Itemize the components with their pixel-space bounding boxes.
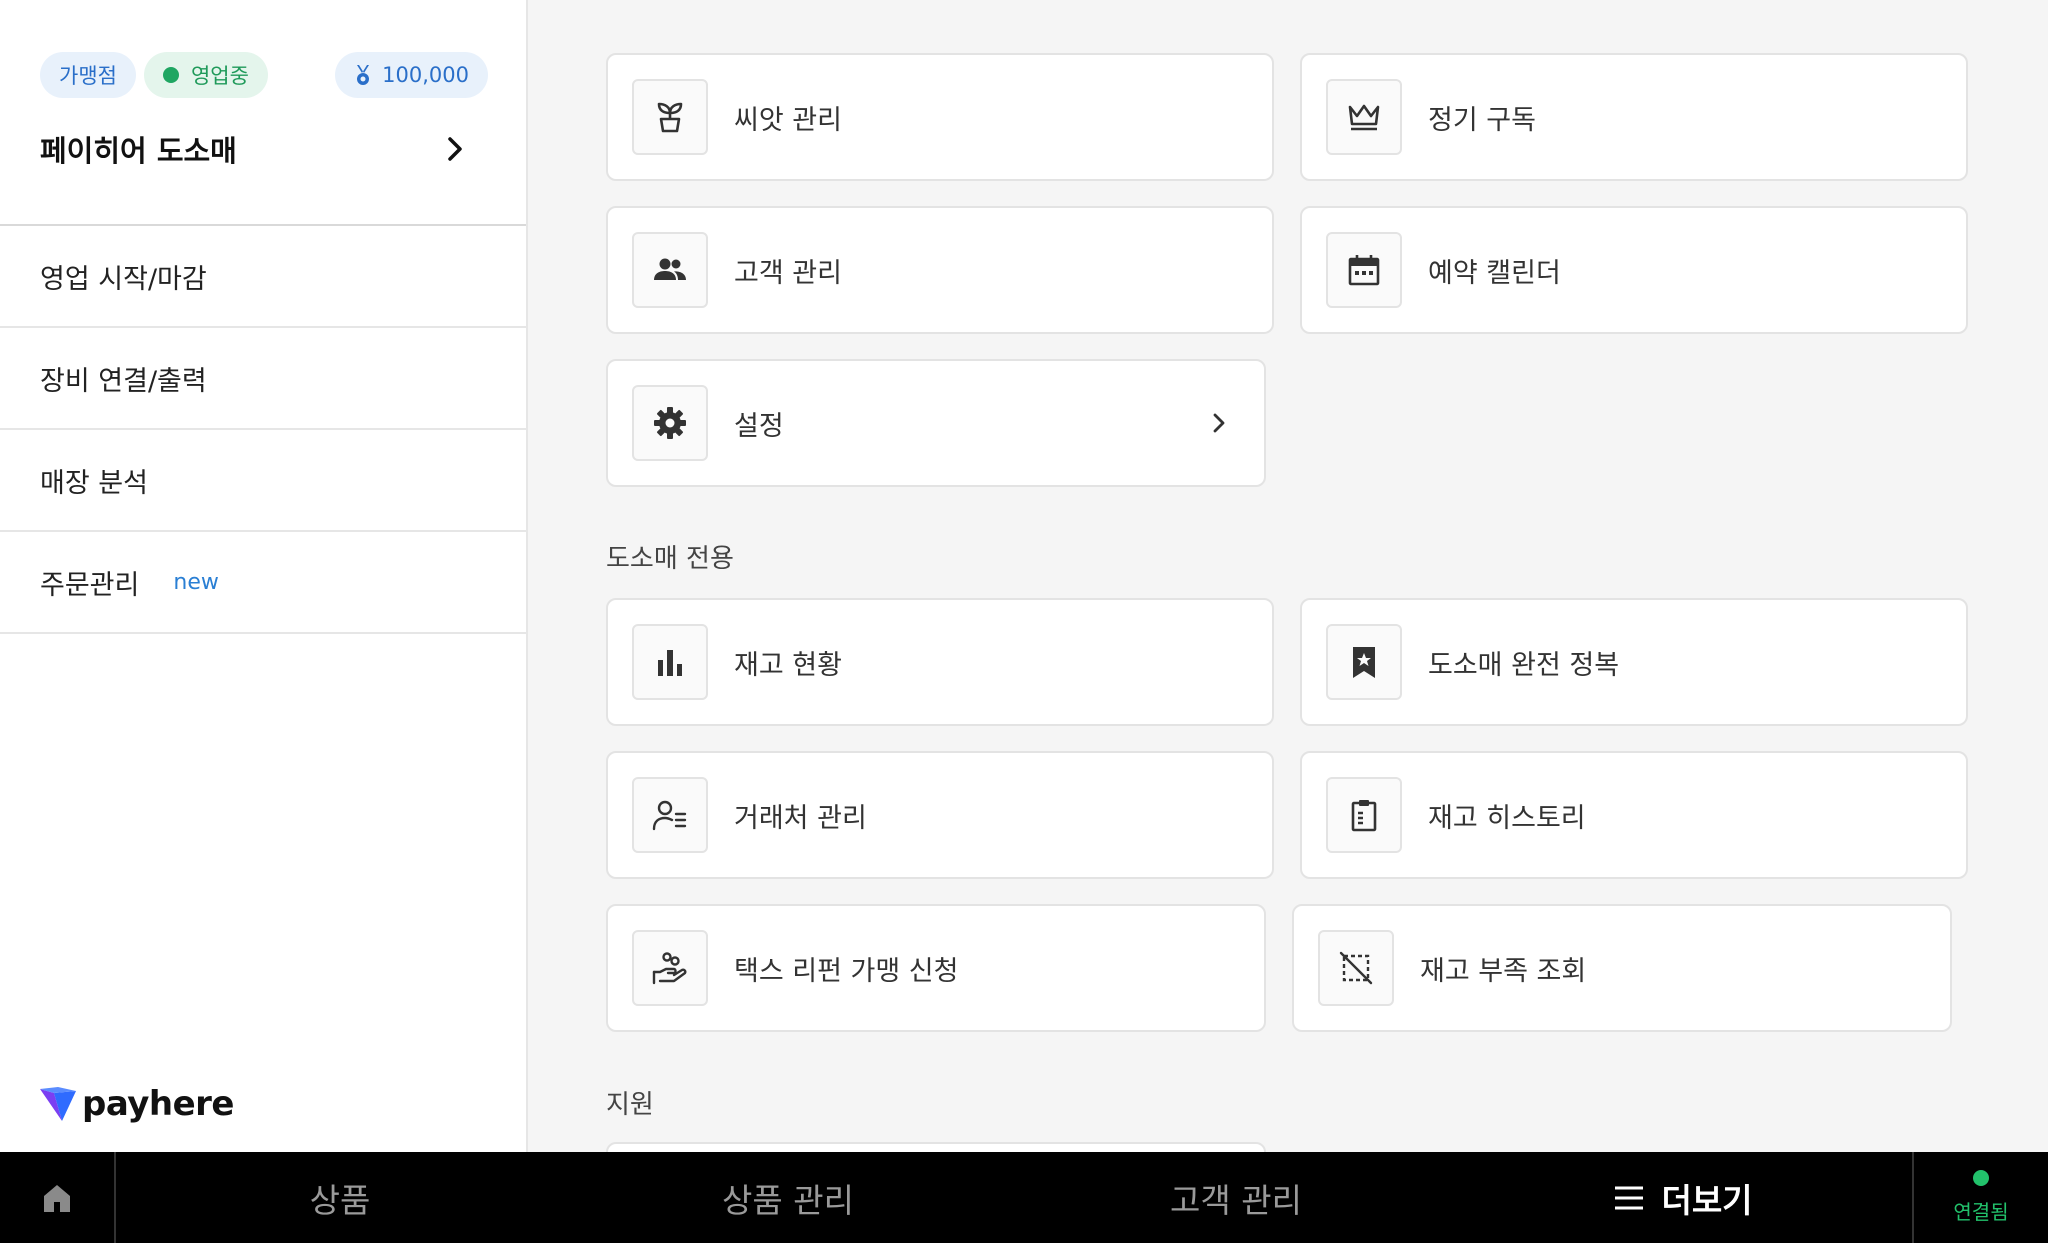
icon-box [632, 79, 708, 155]
card-label: 도소매 완전 정복 [1428, 649, 1620, 681]
main-content: 씨앗 관리 정기 구독 고객 관리 예약 캘린더 설정 도소매 전용 재고 현황… [530, 0, 2048, 1152]
card-label: 고객 관리 [734, 257, 842, 289]
card-label: 재고 히스토리 [1428, 802, 1586, 834]
connection-label: 연결됨 [1953, 1200, 2009, 1224]
bottom-nav: 상품 상품 관리 고객 관리 더보기 연결됨 [0, 1152, 2048, 1243]
icon-box [1318, 930, 1394, 1006]
connection-dot-icon [1973, 1170, 1989, 1186]
connection-status: 연결됨 [1912, 1152, 2048, 1243]
card-reservation-calendar[interactable]: 예약 캘린더 [1300, 206, 1968, 334]
icon-box [1326, 232, 1402, 308]
bar-chart-icon [658, 650, 682, 676]
logo-text: payhere [82, 1084, 235, 1124]
people-icon [654, 258, 686, 280]
sprout-icon [657, 102, 683, 133]
chevron-right-icon [448, 137, 462, 161]
gear-icon [654, 407, 686, 439]
contact-list-icon [652, 800, 687, 831]
card-support-partial[interactable] [606, 1142, 1266, 1152]
tab-more-label: 더보기 [1661, 1180, 1753, 1220]
card-tax-refund[interactable]: 택스 리펀 가맹 신청 [606, 904, 1266, 1032]
crown-icon [1348, 104, 1380, 131]
card-label: 재고 부족 조회 [1420, 955, 1587, 987]
app-root: 가맹점 영업중 100,000 페이히어 도소매 영업 시작/마감 장비 연결/… [0, 0, 2048, 1243]
tab-product-management[interactable]: 상품 관리 [564, 1152, 1012, 1243]
sidebar-item-business-open-close[interactable]: 영업 시작/마감 [0, 226, 526, 328]
card-label: 재고 현황 [734, 649, 842, 681]
calendar-icon [1348, 255, 1380, 286]
card-customer-management[interactable]: 고객 관리 [606, 206, 1274, 334]
sidebar-item-label: 장비 연결/출력 [40, 365, 207, 397]
icon-box [632, 385, 708, 461]
card-subscription[interactable]: 정기 구독 [1300, 53, 1968, 181]
card-inventory-status[interactable]: 재고 현황 [606, 598, 1274, 726]
sidebar-item-label: 영업 시작/마감 [40, 263, 207, 295]
card-label: 씨앗 관리 [734, 104, 842, 136]
section-title-support: 지원 [606, 1090, 654, 1120]
tab-home[interactable] [0, 1152, 116, 1243]
new-tag: new [173, 569, 219, 595]
crop-off-icon [1339, 951, 1373, 985]
clipboard-icon [1351, 800, 1377, 832]
bookmark-star-icon [1353, 647, 1375, 678]
card-inventory-history[interactable]: 재고 히스토리 [1300, 751, 1968, 879]
card-label: 정기 구독 [1428, 104, 1536, 136]
sidebar-item-label: 매장 분석 [40, 467, 148, 499]
sidebar-item-order-management[interactable]: 주문관리 new [0, 532, 526, 634]
icon-box [1326, 79, 1402, 155]
icon-box [1326, 777, 1402, 853]
store-header: 가맹점 영업중 100,000 페이히어 도소매 [0, 0, 526, 226]
status-dot-icon [162, 67, 179, 83]
store-name: 페이히어 도소매 [40, 134, 237, 168]
card-label: 예약 캘린더 [1428, 257, 1561, 289]
sidebar-item-label: 주문관리 [40, 569, 140, 601]
open-status-label: 영업중 [190, 64, 249, 88]
sidebar-item-device-connect[interactable]: 장비 연결/출력 [0, 328, 526, 430]
tab-products[interactable]: 상품 [116, 1152, 564, 1243]
card-wholesale-guide[interactable]: 도소매 완전 정복 [1300, 598, 1968, 726]
icon-box [632, 930, 708, 1006]
card-seed-management[interactable]: 씨앗 관리 [606, 53, 1274, 181]
open-status-badge: 영업중 [143, 52, 268, 98]
payhere-logo-icon [40, 1087, 76, 1121]
card-low-stock-lookup[interactable]: 재고 부족 조회 [1292, 904, 1952, 1032]
tab-customer-management[interactable]: 고객 관리 [1012, 1152, 1460, 1243]
hand-coins-icon [652, 952, 687, 985]
points-badge[interactable]: 100,000 [335, 52, 488, 98]
franchise-badge: 가맹점 [40, 52, 136, 98]
sidebar-item-store-analysis[interactable]: 매장 분석 [0, 430, 526, 532]
menu-icon [1615, 1186, 1644, 1209]
section-title-wholesale: 도소매 전용 [606, 544, 734, 574]
home-icon [44, 1184, 70, 1212]
payhere-logo: payhere [40, 1084, 235, 1124]
store-name-row[interactable]: 페이히어 도소매 [40, 128, 488, 170]
card-label: 택스 리펀 가맹 신청 [734, 955, 959, 987]
icon-box [632, 624, 708, 700]
card-label: 거래처 관리 [734, 802, 867, 834]
icon-box [632, 232, 708, 308]
card-vendor-management[interactable]: 거래처 관리 [606, 751, 1274, 879]
tab-more[interactable]: 더보기 [1460, 1152, 1908, 1243]
card-settings[interactable]: 설정 [606, 359, 1266, 487]
sidebar: 가맹점 영업중 100,000 페이히어 도소매 영업 시작/마감 장비 연결/… [0, 0, 528, 1152]
icon-box [1326, 624, 1402, 700]
chevron-right-icon [1213, 413, 1225, 433]
medal-icon [357, 65, 370, 85]
icon-box [632, 777, 708, 853]
points-value: 100,000 [382, 63, 469, 87]
card-label: 설정 [734, 410, 784, 442]
